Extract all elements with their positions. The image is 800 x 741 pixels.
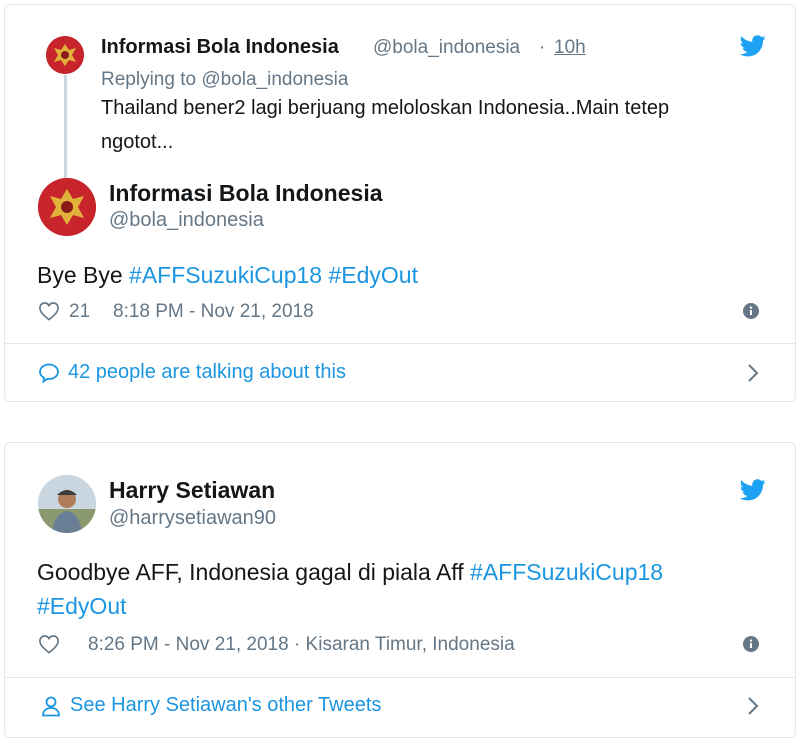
- twitter-bird-icon[interactable]: [739, 35, 766, 62]
- author-handle[interactable]: @harrysetiawan90: [109, 507, 276, 530]
- author-avatar[interactable]: [38, 475, 96, 533]
- quoted-text-line1: Thailand bener2 lagi berjuang meloloskan…: [101, 97, 670, 119]
- divider: [5, 677, 795, 678]
- hashtag-affsuzukicup18[interactable]: #AFFSuzukiCup18: [470, 559, 663, 585]
- twitter-bird-icon[interactable]: [739, 479, 766, 506]
- tweet-body: Goodbye AFF, Indonesia gagal di piala Af…: [37, 559, 471, 585]
- other-tweets-link[interactable]: See Harry Setiawan's other Tweets: [40, 694, 381, 717]
- tweet-timestamp[interactable]: 8:18 PM - Nov 21, 2018: [113, 301, 314, 323]
- heart-icon[interactable]: [38, 301, 60, 321]
- replying-handle[interactable]: @bola_indonesia: [201, 69, 348, 90]
- conversation-link[interactable]: 42 people are talking about this: [38, 361, 346, 384]
- tweet-text-line1: Goodbye AFF, Indonesia gagal di piala Af…: [37, 559, 663, 586]
- other-tweets-link-label: See Harry Setiawan's other Tweets: [70, 694, 382, 716]
- divider: [5, 343, 795, 344]
- quoted-author-handle[interactable]: @bola_indonesia: [373, 37, 520, 59]
- speech-bubble-icon: [39, 363, 59, 384]
- like-count[interactable]: 21: [69, 301, 90, 323]
- info-icon[interactable]: [743, 636, 759, 652]
- author-name[interactable]: Harry Setiawan: [109, 477, 275, 504]
- tweet-text-line2: #EdyOut: [37, 593, 127, 620]
- quoted-text-line2: ngotot...: [101, 131, 174, 153]
- chevron-right-icon[interactable]: [747, 696, 759, 716]
- person-icon: [42, 696, 60, 716]
- quoted-time[interactable]: 10h: [554, 37, 586, 59]
- author-name[interactable]: Informasi Bola Indonesia: [109, 180, 383, 207]
- quoted-avatar[interactable]: [46, 36, 84, 74]
- author-avatar[interactable]: [38, 178, 96, 236]
- tweet-text: Bye Bye #AFFSuzukiCup18 #EdyOut: [37, 262, 418, 289]
- hashtag-affsuzukicup18[interactable]: #AFFSuzukiCup18: [129, 262, 322, 288]
- info-icon[interactable]: [743, 303, 759, 319]
- author-handle[interactable]: @bola_indonesia: [109, 209, 264, 232]
- hashtag-edyout[interactable]: #EdyOut: [328, 262, 418, 288]
- heart-icon[interactable]: [38, 634, 60, 654]
- chevron-right-icon[interactable]: [747, 363, 759, 383]
- embedded-tweet-card: Harry Setiawan @harrysetiawan90 Goodbye …: [4, 442, 796, 738]
- tweet-meta: 8:26 PM - Nov 21, 2018 · Kisaran Timur, …: [88, 634, 515, 656]
- separator-dot: ·: [539, 37, 546, 58]
- tweet-timestamp[interactable]: 8:26 PM - Nov 21, 2018: [88, 634, 289, 655]
- hashtag-edyout[interactable]: #EdyOut: [37, 593, 127, 619]
- quoted-author-name[interactable]: Informasi Bola Indonesia: [101, 36, 339, 59]
- replying-prefix: Replying to: [101, 69, 202, 90]
- replying-to: Replying to @bola_indonesia: [101, 69, 348, 91]
- embedded-tweet-card: Informasi Bola Indonesia @bola_indonesia…: [4, 4, 796, 402]
- thread-line: [64, 75, 67, 183]
- tweet-body: Bye Bye: [37, 262, 130, 288]
- tweet-location[interactable]: · Kisaran Timur, Indonesia: [289, 634, 515, 655]
- conversation-link-label: 42 people are talking about this: [68, 361, 346, 383]
